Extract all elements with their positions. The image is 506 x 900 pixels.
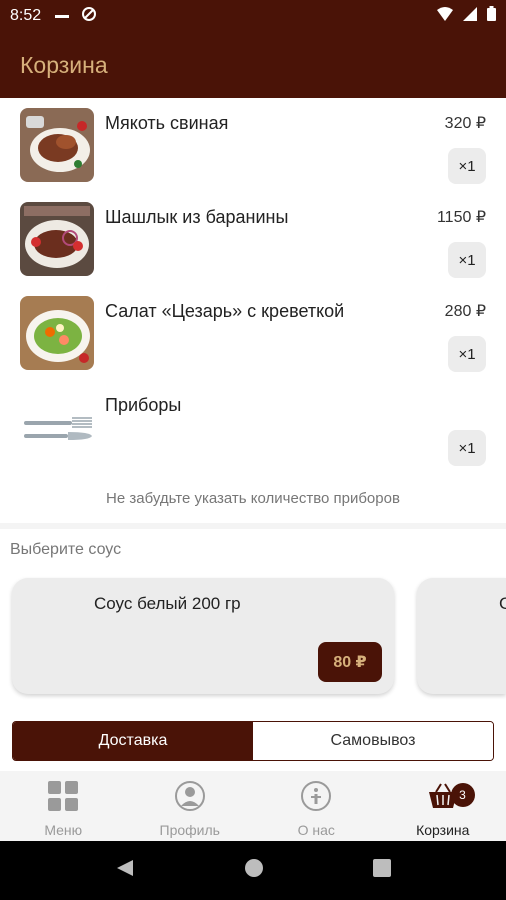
signal-icon <box>463 6 477 26</box>
nav-label: Меню <box>44 822 83 838</box>
battery-icon <box>487 6 496 26</box>
wifi-icon <box>437 6 453 26</box>
status-time: 8:52 <box>10 7 42 24</box>
bottom-nav: Меню Профиль О нас Корзина 3 <box>0 771 506 841</box>
caesar-salad-image <box>20 296 94 370</box>
quantity-button[interactable]: ×1 <box>448 242 486 278</box>
cart-item[interactable]: Шашлык из баранины 1150 ₽ ×1 <box>0 192 506 286</box>
nav-label: О нас <box>297 822 335 838</box>
page-title: Корзина <box>20 51 108 78</box>
sauce-heading: Выберите соус <box>10 541 122 558</box>
item-name: Салат «Цезарь» с креветкой <box>105 301 345 321</box>
nav-label: Профиль <box>159 822 220 838</box>
pickup-option[interactable]: Самовывоз <box>253 722 493 760</box>
lamb-shashlik-image <box>20 202 94 276</box>
home-icon[interactable] <box>244 858 264 883</box>
sauce-price-button[interactable]: 80 ₽ <box>318 642 382 682</box>
data-saver-icon <box>81 6 97 27</box>
item-price: 280 ₽ <box>444 303 486 320</box>
nav-item-cart[interactable]: Корзина 3 <box>380 771 506 841</box>
cart-item[interactable]: Мякоть свиная 320 ₽ ×1 <box>0 98 506 192</box>
sauce-name: С <box>499 594 506 613</box>
back-icon[interactable] <box>115 858 135 883</box>
cart-item[interactable]: Приборы ×1 <box>0 380 506 474</box>
nav-item-menu[interactable]: Меню <box>0 771 127 841</box>
item-price: 320 ₽ <box>444 115 486 132</box>
quantity-button[interactable]: ×1 <box>448 148 486 184</box>
sauce-card[interactable]: С <box>417 578 506 694</box>
divider <box>0 523 506 529</box>
app-bar: Корзина <box>0 32 506 98</box>
item-name: Шашлык из баранины <box>105 207 289 227</box>
nav-item-about[interactable]: О нас <box>253 771 380 841</box>
delivery-method-toggle: Доставка Самовывоз <box>12 721 494 761</box>
item-name: Мякоть свиная <box>105 113 229 133</box>
user-icon <box>174 781 205 816</box>
status-bar: 8:52 <box>0 0 506 32</box>
sauce-name: Соус белый 200 гр <box>94 594 241 613</box>
cart-item[interactable]: Салат «Цезарь» с креветкой 280 ₽ ×1 <box>0 286 506 380</box>
cutlery-reminder: Не забудьте указать количество приборов <box>106 490 400 507</box>
pork-dish-image <box>20 108 94 182</box>
info-icon <box>301 781 332 816</box>
nav-item-profile[interactable]: Профиль <box>127 771 254 841</box>
item-price: 1150 ₽ <box>436 209 486 226</box>
recents-icon[interactable] <box>373 859 392 882</box>
minus-icon <box>55 14 70 18</box>
system-nav-bar <box>0 841 506 900</box>
cutlery-image <box>20 390 94 464</box>
grid-icon <box>48 781 79 816</box>
quantity-button[interactable]: ×1 <box>448 430 486 466</box>
cart-count-badge: 3 <box>450 783 475 807</box>
nav-label: Корзина <box>416 822 470 838</box>
item-name: Приборы <box>105 395 182 415</box>
sauce-card[interactable]: Соус белый 200 гр 80 ₽ <box>12 578 394 694</box>
delivery-option[interactable]: Доставка <box>13 722 253 760</box>
quantity-button[interactable]: ×1 <box>448 336 486 372</box>
